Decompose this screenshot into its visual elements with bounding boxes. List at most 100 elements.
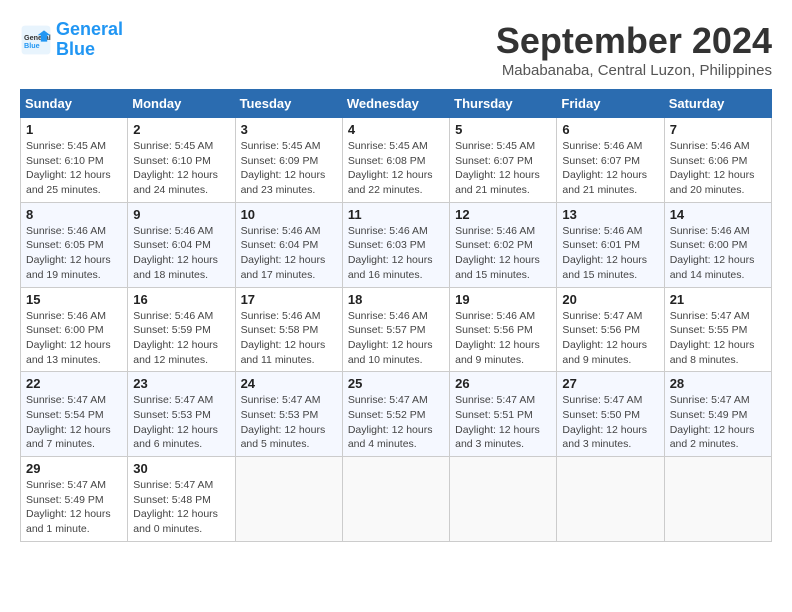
calendar-cell: 1 Sunrise: 5:45 AM Sunset: 6:10 PM Daylig… <box>21 118 128 203</box>
logo-icon: General Blue <box>20 24 52 56</box>
calendar-body: 1 Sunrise: 5:45 AM Sunset: 6:10 PM Daylig… <box>21 118 772 542</box>
day-info: Sunrise: 5:47 AM Sunset: 5:56 PM Dayligh… <box>562 309 658 368</box>
day-info: Sunrise: 5:46 AM Sunset: 6:04 PM Dayligh… <box>133 224 229 283</box>
day-number: 1 <box>26 122 122 137</box>
calendar-header-row: SundayMondayTuesdayWednesdayThursdayFrid… <box>21 90 772 118</box>
day-info: Sunrise: 5:46 AM Sunset: 5:58 PM Dayligh… <box>241 309 337 368</box>
day-header-thursday: Thursday <box>450 90 557 118</box>
logo: General Blue GeneralBlue <box>20 20 123 60</box>
day-header-monday: Monday <box>128 90 235 118</box>
day-info: Sunrise: 5:46 AM Sunset: 5:59 PM Dayligh… <box>133 309 229 368</box>
calendar-cell: 26 Sunrise: 5:47 AM Sunset: 5:51 PM Dayli… <box>450 372 557 457</box>
calendar-cell: 28 Sunrise: 5:47 AM Sunset: 5:49 PM Dayli… <box>664 372 771 457</box>
calendar-cell: 16 Sunrise: 5:46 AM Sunset: 5:59 PM Dayli… <box>128 287 235 372</box>
day-info: Sunrise: 5:45 AM Sunset: 6:08 PM Dayligh… <box>348 139 444 198</box>
day-number: 2 <box>133 122 229 137</box>
calendar-table: SundayMondayTuesdayWednesdayThursdayFrid… <box>20 89 772 542</box>
day-info: Sunrise: 5:47 AM Sunset: 5:48 PM Dayligh… <box>133 478 229 537</box>
calendar-cell: 23Sunrise: 5:47 AM Sunset: 5:53 PM Dayli… <box>128 372 235 457</box>
calendar-cell <box>664 457 771 542</box>
day-number: 15 <box>26 292 122 307</box>
calendar-cell: 20 Sunrise: 5:47 AM Sunset: 5:56 PM Dayli… <box>557 287 664 372</box>
calendar-cell: 4 Sunrise: 5:45 AM Sunset: 6:08 PM Daylig… <box>342 118 449 203</box>
calendar-week-1: 1 Sunrise: 5:45 AM Sunset: 6:10 PM Daylig… <box>21 118 772 203</box>
calendar-cell: 27 Sunrise: 5:47 AM Sunset: 5:50 PM Dayli… <box>557 372 664 457</box>
calendar-week-5: 29Sunrise: 5:47 AM Sunset: 5:49 PM Dayli… <box>21 457 772 542</box>
day-number: 28 <box>670 376 766 391</box>
calendar-cell: 13Sunrise: 5:46 AM Sunset: 6:01 PM Dayli… <box>557 202 664 287</box>
svg-text:Blue: Blue <box>24 41 40 50</box>
day-info: Sunrise: 5:45 AM Sunset: 6:10 PM Dayligh… <box>26 139 122 198</box>
calendar-cell: 17 Sunrise: 5:46 AM Sunset: 5:58 PM Dayli… <box>235 287 342 372</box>
day-number: 29 <box>26 461 122 476</box>
day-number: 10 <box>241 207 337 222</box>
day-number: 25 <box>348 376 444 391</box>
calendar-cell: 10 Sunrise: 5:46 AM Sunset: 6:04 PM Dayli… <box>235 202 342 287</box>
calendar-cell: 14Sunrise: 5:46 AM Sunset: 6:00 PM Dayli… <box>664 202 771 287</box>
calendar-cell: 5 Sunrise: 5:45 AM Sunset: 6:07 PM Daylig… <box>450 118 557 203</box>
day-number: 30 <box>133 461 229 476</box>
day-number: 18 <box>348 292 444 307</box>
day-info: Sunrise: 5:46 AM Sunset: 6:06 PM Dayligh… <box>670 139 766 198</box>
day-info: Sunrise: 5:46 AM Sunset: 5:56 PM Dayligh… <box>455 309 551 368</box>
calendar-week-3: 15Sunrise: 5:46 AM Sunset: 6:00 PM Dayli… <box>21 287 772 372</box>
day-number: 24 <box>241 376 337 391</box>
day-number: 19 <box>455 292 551 307</box>
day-number: 11 <box>348 207 444 222</box>
day-number: 22 <box>26 376 122 391</box>
day-number: 21 <box>670 292 766 307</box>
day-info: Sunrise: 5:47 AM Sunset: 5:53 PM Dayligh… <box>241 393 337 452</box>
calendar-cell: 19 Sunrise: 5:46 AM Sunset: 5:56 PM Dayli… <box>450 287 557 372</box>
day-number: 6 <box>562 122 658 137</box>
calendar-cell: 22 Sunrise: 5:47 AM Sunset: 5:54 PM Dayli… <box>21 372 128 457</box>
day-number: 12 <box>455 207 551 222</box>
day-info: Sunrise: 5:45 AM Sunset: 6:07 PM Dayligh… <box>455 139 551 198</box>
calendar-week-2: 8Sunrise: 5:46 AM Sunset: 6:05 PM Daylig… <box>21 202 772 287</box>
day-info: Sunrise: 5:47 AM Sunset: 5:54 PM Dayligh… <box>26 393 122 452</box>
calendar-week-4: 22 Sunrise: 5:47 AM Sunset: 5:54 PM Dayli… <box>21 372 772 457</box>
day-number: 8 <box>26 207 122 222</box>
calendar-cell: 11 Sunrise: 5:46 AM Sunset: 6:03 PM Dayli… <box>342 202 449 287</box>
day-info: Sunrise: 5:47 AM Sunset: 5:50 PM Dayligh… <box>562 393 658 452</box>
calendar-cell <box>235 457 342 542</box>
calendar-cell <box>557 457 664 542</box>
day-number: 7 <box>670 122 766 137</box>
day-info: Sunrise: 5:47 AM Sunset: 5:55 PM Dayligh… <box>670 309 766 368</box>
day-header-tuesday: Tuesday <box>235 90 342 118</box>
logo-text: GeneralBlue <box>56 20 123 60</box>
day-info: Sunrise: 5:46 AM Sunset: 6:03 PM Dayligh… <box>348 224 444 283</box>
day-header-wednesday: Wednesday <box>342 90 449 118</box>
calendar-cell: 21 Sunrise: 5:47 AM Sunset: 5:55 PM Dayli… <box>664 287 771 372</box>
day-info: Sunrise: 5:47 AM Sunset: 5:52 PM Dayligh… <box>348 393 444 452</box>
calendar-cell <box>450 457 557 542</box>
calendar-cell: 30 Sunrise: 5:47 AM Sunset: 5:48 PM Dayli… <box>128 457 235 542</box>
day-number: 5 <box>455 122 551 137</box>
day-info: Sunrise: 5:47 AM Sunset: 5:51 PM Dayligh… <box>455 393 551 452</box>
calendar-cell: 29Sunrise: 5:47 AM Sunset: 5:49 PM Dayli… <box>21 457 128 542</box>
day-info: Sunrise: 5:46 AM Sunset: 6:04 PM Dayligh… <box>241 224 337 283</box>
day-header-saturday: Saturday <box>664 90 771 118</box>
day-number: 9 <box>133 207 229 222</box>
day-info: Sunrise: 5:46 AM Sunset: 6:02 PM Dayligh… <box>455 224 551 283</box>
day-header-friday: Friday <box>557 90 664 118</box>
day-info: Sunrise: 5:46 AM Sunset: 6:07 PM Dayligh… <box>562 139 658 198</box>
calendar-cell: 3Sunrise: 5:45 AM Sunset: 6:09 PM Daylig… <box>235 118 342 203</box>
day-number: 4 <box>348 122 444 137</box>
month-year-title: September 2024 <box>496 20 772 62</box>
calendar-cell: 12 Sunrise: 5:46 AM Sunset: 6:02 PM Dayli… <box>450 202 557 287</box>
calendar-cell: 7 Sunrise: 5:46 AM Sunset: 6:06 PM Daylig… <box>664 118 771 203</box>
day-number: 26 <box>455 376 551 391</box>
calendar-cell: 6 Sunrise: 5:46 AM Sunset: 6:07 PM Daylig… <box>557 118 664 203</box>
day-number: 14 <box>670 207 766 222</box>
day-header-sunday: Sunday <box>21 90 128 118</box>
day-info: Sunrise: 5:45 AM Sunset: 6:09 PM Dayligh… <box>241 139 337 198</box>
day-number: 17 <box>241 292 337 307</box>
day-number: 20 <box>562 292 658 307</box>
day-info: Sunrise: 5:47 AM Sunset: 5:53 PM Dayligh… <box>133 393 229 452</box>
day-info: Sunrise: 5:47 AM Sunset: 5:49 PM Dayligh… <box>670 393 766 452</box>
calendar-cell: 15Sunrise: 5:46 AM Sunset: 6:00 PM Dayli… <box>21 287 128 372</box>
calendar-cell: 18Sunrise: 5:46 AM Sunset: 5:57 PM Dayli… <box>342 287 449 372</box>
day-number: 27 <box>562 376 658 391</box>
day-number: 16 <box>133 292 229 307</box>
calendar-cell: 24 Sunrise: 5:47 AM Sunset: 5:53 PM Dayli… <box>235 372 342 457</box>
